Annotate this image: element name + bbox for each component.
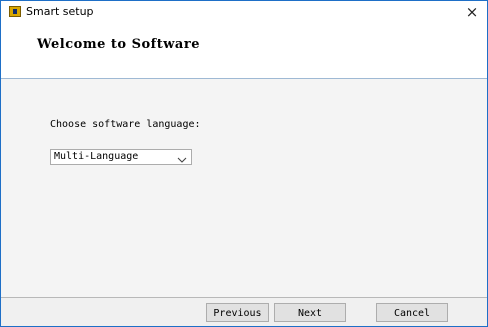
cancel-button[interactable]: Cancel: [376, 303, 448, 322]
setup-window: Smart setup × Welcome to Software Choose…: [0, 0, 488, 327]
language-label: Choose software language:: [50, 119, 201, 130]
app-icon: [9, 6, 21, 17]
page-title: Welcome to Software: [37, 37, 200, 52]
chevron-down-icon: [177, 151, 187, 163]
header-panel: Welcome to Software: [1, 25, 487, 79]
language-selected-value: Multi-Language: [54, 151, 139, 162]
close-icon[interactable]: ×: [463, 3, 481, 21]
next-button[interactable]: Next: [274, 303, 346, 322]
previous-button[interactable]: Previous: [206, 303, 269, 322]
window-title: Smart setup: [26, 5, 94, 18]
language-select[interactable]: Multi-Language: [50, 149, 192, 165]
title-bar[interactable]: Smart setup ×: [1, 1, 487, 25]
content-panel: Choose software language: Multi-Language: [1, 79, 487, 298]
button-bar: Previous Next Cancel: [1, 298, 487, 326]
